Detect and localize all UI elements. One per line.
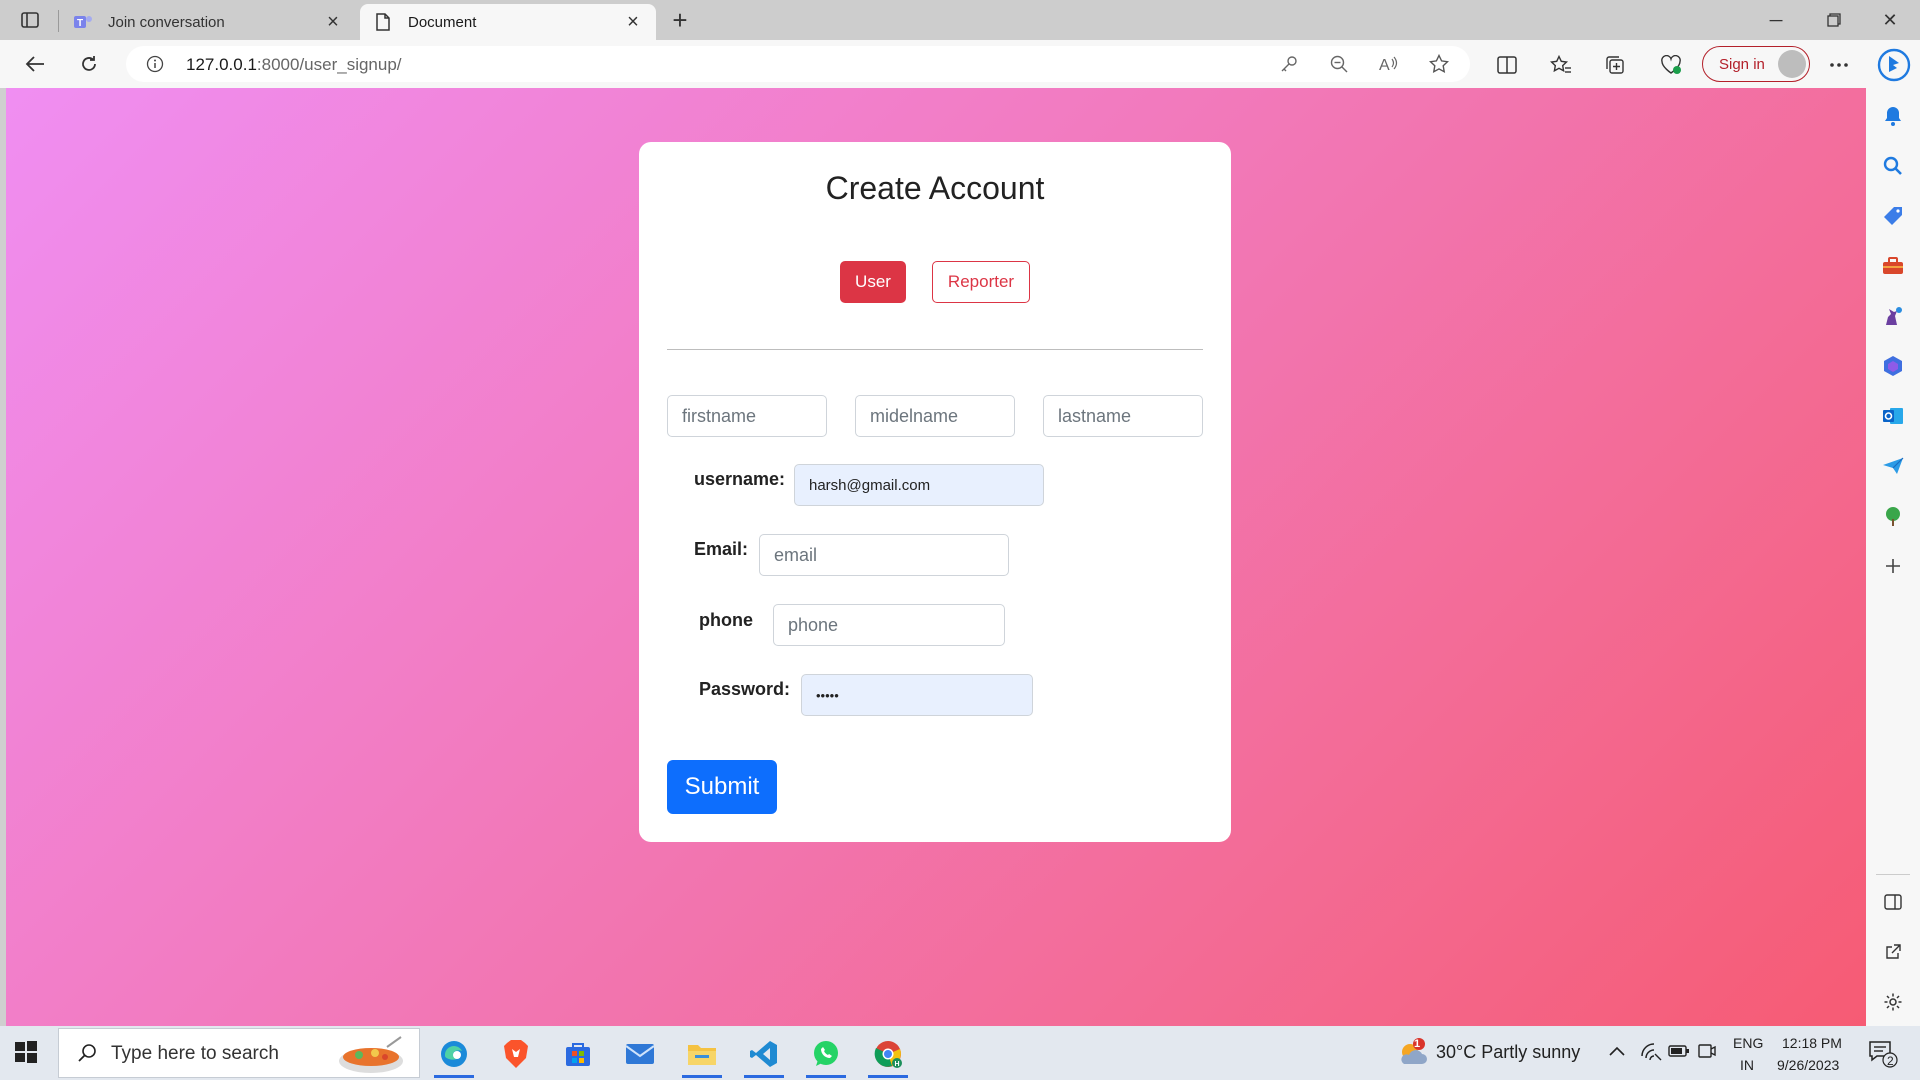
- sign-in-button[interactable]: Sign in: [1702, 46, 1810, 82]
- avatar: [1778, 50, 1806, 78]
- taskbar-whatsapp-icon[interactable]: [802, 1032, 850, 1078]
- browser-toolbar: 127.0.0.1:8000/user_signup/ A Sign in: [0, 40, 1920, 88]
- tab-document[interactable]: Document ×: [360, 4, 656, 40]
- send-icon[interactable]: [1879, 452, 1907, 480]
- divider: [667, 349, 1203, 350]
- page-background: Create Account User Reporter username: E…: [6, 88, 1866, 1026]
- volume-icon[interactable]: [1698, 1042, 1716, 1065]
- sign-in-label: Sign in: [1719, 55, 1765, 73]
- clock-date: 9/26/2023: [1777, 1057, 1840, 1073]
- page-title: Create Account: [825, 170, 1045, 206]
- weather-badge-count: 1: [1414, 1038, 1421, 1050]
- favorite-star-icon[interactable]: [1426, 52, 1452, 76]
- address-bar[interactable]: 127.0.0.1:8000/user_signup/ A: [126, 46, 1470, 82]
- shopping-tag-icon[interactable]: [1879, 202, 1907, 230]
- outlook-icon[interactable]: [1879, 402, 1907, 430]
- taskbar-store-icon[interactable]: [554, 1032, 602, 1076]
- document-icon: [372, 11, 394, 33]
- microsoft-365-icon[interactable]: [1879, 352, 1907, 380]
- copilot-icon[interactable]: [1874, 46, 1914, 84]
- sidebar-divider: [1876, 874, 1910, 875]
- search-placeholder: Type here to search: [111, 1043, 279, 1064]
- taskbar-file-explorer-icon[interactable]: [678, 1032, 726, 1078]
- battery-icon[interactable]: [1668, 1044, 1690, 1063]
- search-icon[interactable]: [1879, 152, 1907, 180]
- windows-taskbar: Type here to search H 1 30°C Partly sunn…: [0, 1026, 1920, 1080]
- add-icon[interactable]: [1879, 552, 1907, 580]
- key-icon[interactable]: [1276, 52, 1302, 76]
- weather-text[interactable]: 30°C Partly sunny: [1436, 1042, 1580, 1063]
- user-toggle-button[interactable]: User: [840, 261, 906, 303]
- notification-count: 2: [1887, 1054, 1894, 1068]
- language-indicator[interactable]: ENG: [1733, 1035, 1763, 1051]
- url-path: :8000/user_signup/: [256, 55, 402, 74]
- phone-input[interactable]: [773, 604, 1005, 646]
- username-input[interactable]: [794, 464, 1044, 506]
- submit-button[interactable]: Submit: [667, 760, 777, 814]
- close-tab-icon[interactable]: ×: [322, 11, 344, 34]
- tab-title: Join conversation: [108, 13, 225, 31]
- notification-bell-icon[interactable]: [1879, 102, 1907, 130]
- split-screen-icon[interactable]: [1492, 50, 1522, 80]
- close-tab-icon[interactable]: ×: [622, 11, 644, 34]
- info-icon[interactable]: [146, 55, 164, 73]
- tab-title: Document: [408, 13, 477, 31]
- tree-icon[interactable]: [1879, 502, 1907, 530]
- zoom-out-icon[interactable]: [1326, 52, 1352, 76]
- svg-text:A: A: [1379, 57, 1390, 73]
- email-label: Email:: [694, 539, 749, 559]
- search-highlight-icon: [335, 1033, 407, 1080]
- taskbar-brave-icon[interactable]: [492, 1032, 540, 1076]
- firstname-input[interactable]: [667, 395, 827, 437]
- tab-separator: [58, 10, 59, 32]
- search-icon: [77, 1043, 97, 1068]
- tools-icon[interactable]: [1879, 252, 1907, 280]
- svg-text:H: H: [895, 1061, 900, 1068]
- reporter-toggle-button[interactable]: Reporter: [932, 261, 1030, 303]
- midelname-input[interactable]: [855, 395, 1015, 437]
- svg-text:T: T: [77, 18, 83, 29]
- restore-button[interactable]: [1806, 0, 1862, 40]
- password-label: Password:: [699, 679, 791, 699]
- signup-card: Create Account User Reporter username: E…: [639, 142, 1231, 842]
- region-indicator: IN: [1740, 1057, 1754, 1073]
- open-external-icon[interactable]: [1879, 938, 1907, 966]
- taskbar-vscode-icon[interactable]: [740, 1032, 788, 1078]
- more-options-icon[interactable]: [1824, 50, 1854, 80]
- tab-bar: T Join conversation × Document × + ─ ✕: [0, 0, 1920, 40]
- network-icon[interactable]: [1640, 1042, 1662, 1067]
- email-input[interactable]: [759, 534, 1009, 576]
- taskbar-search-box[interactable]: Type here to search: [58, 1028, 420, 1078]
- show-hidden-icons-icon[interactable]: [1608, 1044, 1626, 1062]
- url-host: 127.0.0.1: [186, 55, 257, 74]
- tab-actions-icon[interactable]: [14, 6, 46, 34]
- settings-gear-icon[interactable]: [1879, 988, 1907, 1016]
- new-tab-button[interactable]: +: [664, 5, 696, 35]
- read-aloud-icon[interactable]: A: [1376, 52, 1402, 76]
- url-text[interactable]: 127.0.0.1:8000/user_signup/: [186, 55, 402, 75]
- edge-sidebar: [1866, 88, 1920, 1026]
- windows-start-icon[interactable]: [14, 1040, 40, 1066]
- lastname-input[interactable]: [1043, 395, 1203, 437]
- password-input[interactable]: [801, 674, 1033, 716]
- taskbar-edge-icon[interactable]: [430, 1032, 478, 1078]
- minimize-button[interactable]: ─: [1748, 0, 1804, 40]
- phone-label: phone: [699, 610, 753, 630]
- collections-icon[interactable]: [1600, 50, 1630, 80]
- back-icon[interactable]: [18, 48, 52, 80]
- taskbar-chrome-icon[interactable]: H: [864, 1032, 912, 1078]
- close-window-button[interactable]: ✕: [1862, 0, 1918, 40]
- taskbar-mail-icon[interactable]: [616, 1032, 664, 1076]
- username-label: username:: [694, 469, 786, 489]
- games-icon[interactable]: [1879, 302, 1907, 330]
- refresh-icon[interactable]: [72, 48, 106, 80]
- teams-icon: T: [72, 11, 94, 33]
- weather-icon[interactable]: [1396, 1038, 1430, 1073]
- hide-sidebar-icon[interactable]: [1879, 888, 1907, 916]
- tab-join-conversation[interactable]: T Join conversation ×: [60, 4, 356, 40]
- favorites-icon[interactable]: [1546, 50, 1576, 80]
- clock-time[interactable]: 12:18 PM: [1782, 1035, 1842, 1051]
- browser-essentials-icon[interactable]: [1656, 50, 1686, 80]
